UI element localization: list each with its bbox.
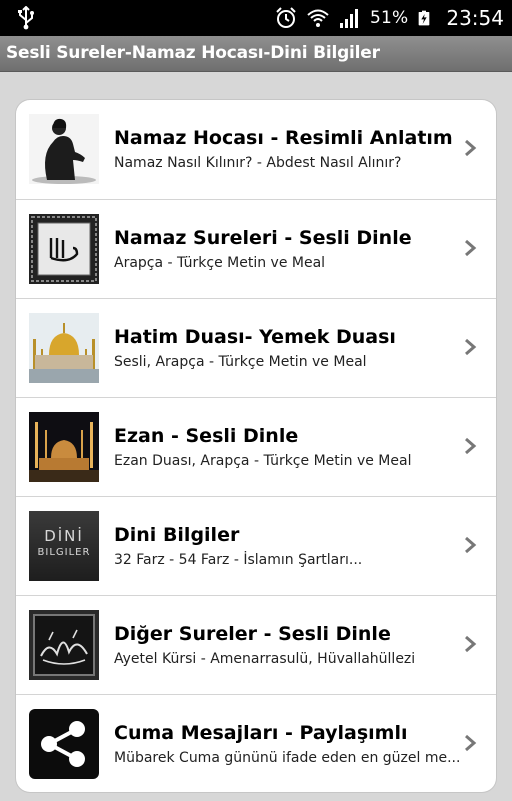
status-bar: 51% 23:54 [0,0,512,36]
menu-item-title: Diğer Sureler - Sesli Dinle [114,623,391,645]
menu-item-diger-sureler[interactable]: Diğer Sureler - Sesli Dinle Ayetel Kürsi… [16,595,496,694]
menu-item-title: Hatim Duası- Yemek Duası [114,326,396,348]
golden-mosque-thumbnail [29,313,99,383]
menu-item-title: Ezan - Sesli Dinle [114,425,299,447]
dini-bilgiler-thumbnail: DİNİ BILGILER [29,511,99,581]
night-mosque-thumbnail [29,412,99,482]
usb-icon [18,6,34,30]
chevron-right-icon [465,536,477,554]
menu-item-subtitle: 32 Farz - 54 Farz - İslamın Şartları... [114,552,363,568]
menu-item-namaz-hocasi[interactable]: Namaz Hocası - Resimli Anlatım Namaz Nas… [16,100,496,198]
app-title: Sesli Sureler-Namaz Hocası-Dini Bilgiler [6,43,380,63]
menu-item-subtitle: Sesli, Arapça - Türkçe Metin ve Meal [114,354,367,370]
battery-percent: 51% [369,8,409,28]
chevron-right-icon [465,734,477,752]
menu-item-subtitle: Namaz Nasıl Kılınır? - Abdest Nasıl Alın… [114,155,402,171]
share-icon [29,709,99,779]
menu-item-hatim-duasi[interactable]: Hatim Duası- Yemek Duası Sesli, Arapça -… [16,298,496,397]
chevron-right-icon [465,139,477,157]
chevron-right-icon [465,437,477,455]
menu-item-dini-bilgiler[interactable]: DİNİ BILGILER Dini Bilgiler 32 Farz - 54… [16,496,496,595]
thumbnail-label: DİNİ [44,527,84,545]
allah-calligraphy-thumbnail [29,214,99,284]
battery-charging-icon [419,10,430,26]
signal-icon [339,9,358,28]
menu-item-namaz-sureleri[interactable]: Namaz Sureleri - Sesli Dinle Arapça - Tü… [16,199,496,298]
menu-item-subtitle: Arapça - Türkçe Metin ve Meal [114,255,326,271]
calligraphy-plaque-thumbnail [29,610,99,680]
chevron-right-icon [465,635,477,653]
praying-man-thumbnail [29,114,99,184]
status-time: 23:54 [446,6,504,30]
wifi-icon [307,9,329,27]
menu-item-title: Namaz Sureleri - Sesli Dinle [114,227,412,249]
menu-card: Namaz Hocası - Resimli Anlatım Namaz Nas… [16,100,496,792]
chevron-right-icon [465,239,477,257]
thumbnail-label: BILGILER [37,547,91,558]
menu-item-title: Cuma Mesajları - Paylaşımlı [114,722,408,744]
menu-item-cuma-mesajlari[interactable]: Cuma Mesajları - Paylaşımlı Mübarek Cuma… [16,694,496,792]
menu-item-subtitle: Mübarek Cuma gününü ifade eden en güzel … [114,750,461,766]
menu-item-title: Namaz Hocası - Resimli Anlatım [114,127,453,149]
menu-item-title: Dini Bilgiler [114,524,240,546]
chevron-right-icon [465,338,477,356]
alarm-icon [276,7,296,28]
app-title-bar: Sesli Sureler-Namaz Hocası-Dini Bilgiler [0,36,512,72]
menu-item-subtitle: Ezan Duası, Arapça - Türkçe Metin ve Mea… [114,453,412,469]
menu-item-ezan[interactable]: Ezan - Sesli Dinle Ezan Duası, Arapça - … [16,397,496,496]
menu-item-subtitle: Ayetel Kürsi - Amenarrasulü, Hüvallahüll… [114,651,416,667]
